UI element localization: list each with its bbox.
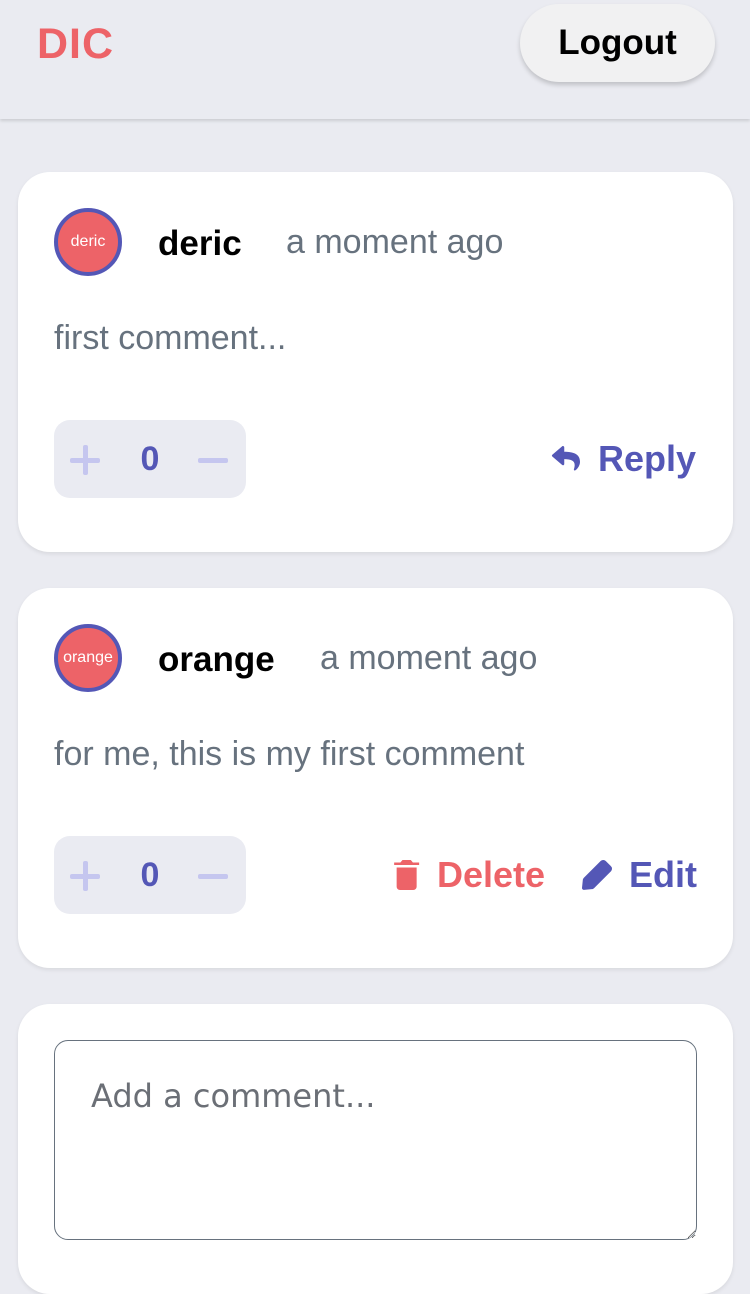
delete-label: Delete [437, 854, 546, 895]
comment-timestamp: a moment ago [286, 223, 504, 261]
plus-icon[interactable] [70, 445, 100, 475]
reply-button[interactable]: Reply [551, 438, 696, 480]
score-value: 0 [140, 856, 160, 894]
reply-label: Reply [598, 438, 697, 479]
logout-button[interactable]: Logout [520, 4, 715, 82]
delete-button[interactable]: Delete [394, 854, 545, 896]
avatar: orange [54, 624, 122, 692]
comment-username: orange [158, 640, 275, 679]
edit-label: Edit [629, 854, 697, 895]
plus-icon[interactable] [70, 861, 100, 891]
comment-username: deric [158, 224, 242, 263]
comment-composer [18, 1004, 733, 1294]
comment-timestamp: a moment ago [320, 639, 538, 677]
app-header: DIC Logout [0, 0, 750, 119]
reply-icon [552, 446, 580, 471]
comment-input[interactable] [54, 1040, 697, 1240]
comment-card: orange orange a moment ago for me, this … [18, 588, 733, 968]
minus-icon[interactable] [198, 861, 228, 891]
trash-icon [394, 860, 420, 890]
app-logo: DIC [37, 20, 115, 68]
comment-content: first comment... [54, 319, 287, 357]
score-counter: 0 [54, 836, 246, 914]
edit-button[interactable]: Edit [582, 854, 697, 896]
minus-icon[interactable] [198, 445, 228, 475]
comment-content: for me, this is my first comment [54, 735, 525, 773]
pencil-icon [582, 860, 612, 890]
avatar: deric [54, 208, 122, 276]
score-value: 0 [140, 440, 160, 478]
comment-card: deric deric a moment ago first comment..… [18, 172, 733, 552]
score-counter: 0 [54, 420, 246, 498]
